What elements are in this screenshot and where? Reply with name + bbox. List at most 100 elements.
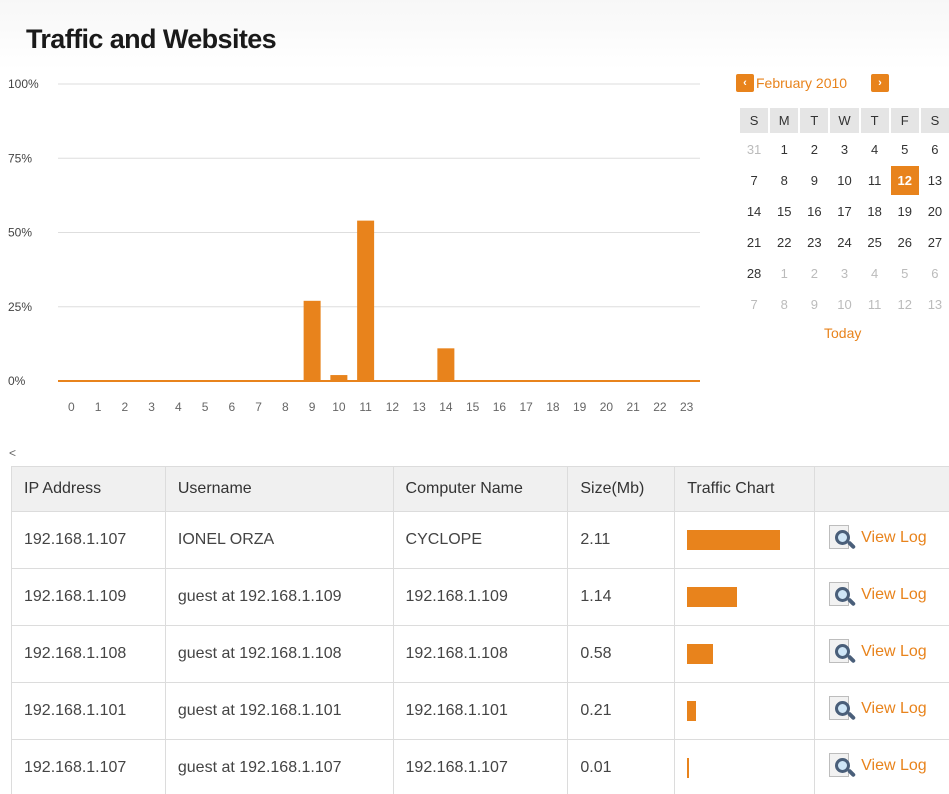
calendar-weekday: M: [770, 108, 799, 133]
calendar-day-selected[interactable]: 12: [890, 166, 919, 195]
calendar-day[interactable]: 5: [891, 135, 919, 164]
view-log-link[interactable]: View Log: [827, 695, 927, 723]
view-log-label: View Log: [861, 642, 927, 660]
calendar-day[interactable]: 7: [740, 290, 768, 319]
cell-size: 0.01: [567, 739, 676, 794]
traffic-bar-chart: 100%75%50%25%0%0 1 2 3 4 5 6 7 8 9 10 11 12 13 14 15 16 1…: [8, 77, 700, 414]
bar-hour-10: [330, 375, 348, 381]
calendar-weekday: S: [920, 108, 949, 133]
calendar-day[interactable]: 9: [800, 166, 828, 195]
x-tick-label: 13: [412, 400, 426, 414]
calendar-day[interactable]: 11: [861, 290, 889, 319]
calendar-day[interactable]: 12: [891, 290, 919, 319]
calendar-day[interactable]: 22: [770, 228, 798, 257]
calendar-grid: SMTWTFS 31 1 2 3 4 5 6 7 8 9 10 11 12 13 14 15 16 17 18 19 2…: [738, 106, 949, 321]
calendar-day[interactable]: 25: [861, 228, 889, 257]
calendar-day[interactable]: 23: [800, 228, 828, 257]
view-log-link[interactable]: View Log: [827, 524, 927, 552]
cell-traffic-chart: [674, 682, 816, 740]
calendar-day[interactable]: 13: [921, 290, 949, 319]
table-row: 192.168.1.107 guest at 192.168.1.107 192.1…: [11, 739, 949, 794]
traffic-table: IP Address Username Computer Name Size(Mb) T…: [11, 466, 949, 794]
chevron-right-icon[interactable]: ›: [871, 74, 889, 92]
view-log-label: View Log: [861, 528, 927, 546]
calendar-day[interactable]: 8: [770, 290, 798, 319]
cell-size: 2.11: [567, 511, 676, 569]
x-tick-label: 23: [680, 400, 694, 414]
calendar-day[interactable]: 3: [830, 259, 858, 288]
traffic-bar: [687, 758, 690, 778]
x-tick-label: 12: [386, 400, 400, 414]
view-log-link[interactable]: View Log: [827, 581, 927, 609]
cell-traffic-chart: [674, 511, 816, 569]
bar-hour-9: [303, 300, 321, 381]
x-tick-label: 18: [546, 400, 560, 414]
calendar-day[interactable]: 18: [861, 197, 889, 226]
cell-traffic-chart: [674, 625, 816, 683]
calendar-day[interactable]: 2: [800, 259, 828, 288]
calendar-header: ‹ February 2010 ›: [736, 72, 949, 94]
calendar-day[interactable]: 3: [830, 135, 858, 164]
calendar-day[interactable]: 15: [770, 197, 798, 226]
calendar-day[interactable]: 26: [891, 228, 919, 257]
calendar: ‹ February 2010 › SMTWTFS 31 1 2 3 4 5 6 7 8 9 10 1…: [736, 72, 949, 341]
calendar-day[interactable]: 31: [740, 135, 768, 164]
calendar-day[interactable]: 24: [830, 228, 858, 257]
calendar-day[interactable]: 6: [921, 135, 949, 164]
calendar-day[interactable]: 2: [800, 135, 828, 164]
view-log-link[interactable]: View Log: [827, 638, 927, 666]
calendar-day[interactable]: 7: [740, 166, 768, 195]
cell-username: guest at 192.168.1.108: [164, 625, 394, 683]
view-log-label: View Log: [861, 585, 927, 603]
column-header: Size(Mb): [567, 466, 676, 512]
table-row: 192.168.1.108 guest at 192.168.1.108 192.1…: [11, 625, 949, 683]
view-log-link[interactable]: View Log: [827, 752, 927, 780]
traffic-bar: [687, 587, 738, 607]
calendar-day[interactable]: 20: [921, 197, 949, 226]
calendar-day[interactable]: 5: [891, 259, 919, 288]
calendar-day[interactable]: 10: [830, 290, 858, 319]
page-title: Traffic and Websites: [26, 24, 277, 54]
calendar-day[interactable]: 17: [830, 197, 858, 226]
column-header: IP Address: [11, 466, 166, 512]
calendar-day[interactable]: 28: [740, 259, 768, 288]
chevron-left-icon[interactable]: ‹: [736, 74, 754, 92]
calendar-weekday: S: [740, 108, 769, 133]
column-header: Username: [164, 466, 394, 512]
calendar-day[interactable]: 14: [740, 197, 768, 226]
calendar-day[interactable]: 19: [891, 197, 919, 226]
x-tick-label: 22: [653, 400, 667, 414]
cell-computer-name: CYCLOPE: [392, 511, 569, 569]
calendar-day[interactable]: 13: [921, 166, 949, 195]
calendar-today-link[interactable]: Today: [824, 325, 861, 341]
calendar-day[interactable]: 11: [861, 166, 889, 195]
cell-traffic-chart: [674, 739, 816, 794]
cell-action: View Log: [814, 625, 949, 683]
cell-username: IONEL ORZA: [164, 511, 394, 569]
x-tick-label: 8: [282, 400, 289, 414]
calendar-day[interactable]: 21: [740, 228, 768, 257]
calendar-day[interactable]: 6: [921, 259, 949, 288]
cell-ip: 192.168.1.107: [11, 739, 166, 794]
table-row: 192.168.1.107 IONEL ORZA CYCLOPE 2.11 View L…: [11, 511, 949, 569]
x-tick-label: 15: [466, 400, 480, 414]
calendar-day[interactable]: 27: [921, 228, 949, 257]
x-tick-label: 2: [122, 400, 129, 414]
view-log-label: View Log: [861, 699, 927, 717]
calendar-day[interactable]: 4: [861, 259, 889, 288]
cell-username: guest at 192.168.1.101: [164, 682, 394, 740]
cell-computer-name: 192.168.1.107: [392, 739, 569, 794]
y-tick-label: 75%: [8, 151, 32, 165]
calendar-day[interactable]: 10: [830, 166, 858, 195]
table-row: 192.168.1.109 guest at 192.168.1.109 192.1…: [11, 568, 949, 626]
collapse-toggle[interactable]: <: [9, 446, 16, 460]
calendar-day[interactable]: 4: [861, 135, 889, 164]
bar-hour-11: [357, 220, 375, 381]
calendar-day[interactable]: 1: [770, 259, 798, 288]
calendar-day[interactable]: 9: [800, 290, 828, 319]
calendar-day[interactable]: 8: [770, 166, 798, 195]
calendar-day[interactable]: 16: [800, 197, 828, 226]
y-tick-label: 50%: [8, 226, 32, 240]
view-log-magnifier-icon: [827, 524, 857, 552]
calendar-day[interactable]: 1: [770, 135, 798, 164]
